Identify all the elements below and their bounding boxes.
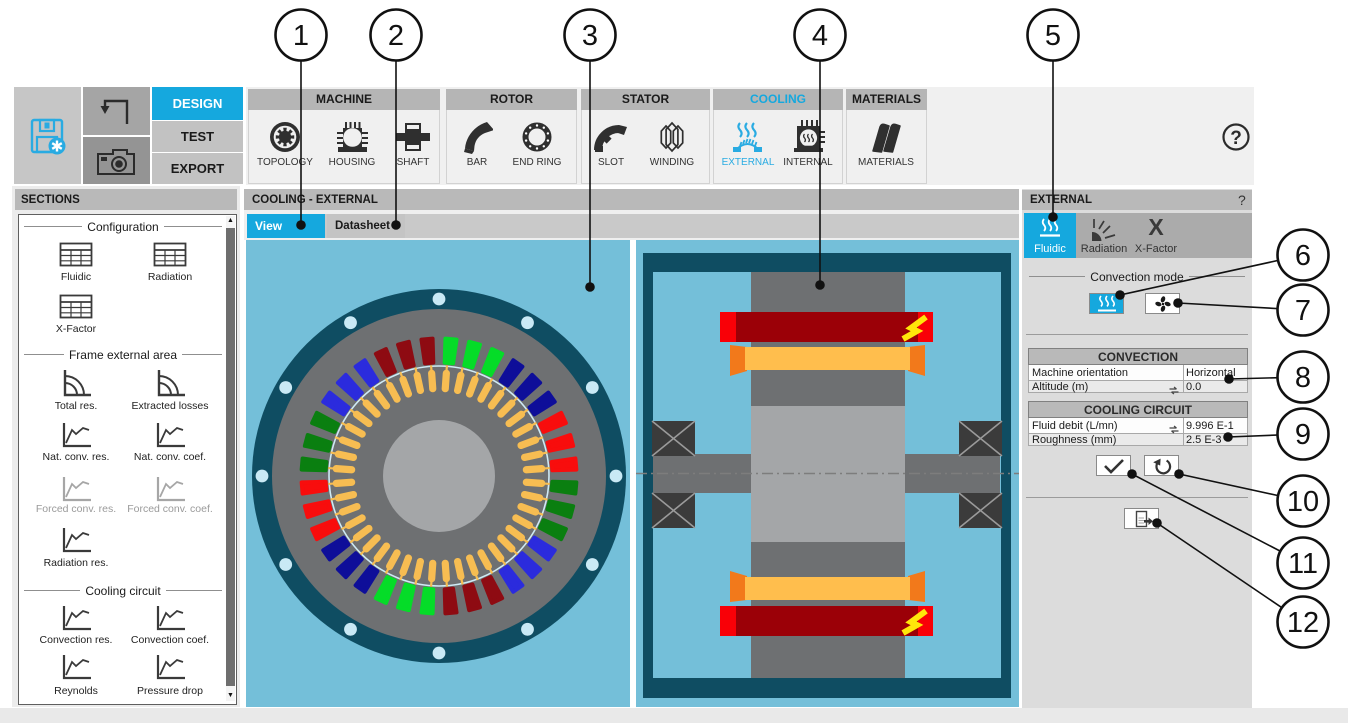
- svg-text:5: 5: [1045, 20, 1061, 52]
- svg-text:12: 12: [1287, 607, 1319, 639]
- svg-text:9: 9: [1295, 419, 1311, 451]
- svg-text:1: 1: [293, 20, 309, 52]
- svg-text:4: 4: [812, 20, 828, 52]
- svg-text:10: 10: [1287, 486, 1319, 518]
- svg-text:7: 7: [1295, 295, 1311, 327]
- svg-text:?: ?: [1230, 128, 1242, 149]
- svg-text:6: 6: [1295, 240, 1311, 272]
- svg-text:8: 8: [1295, 362, 1311, 394]
- svg-text:2: 2: [388, 20, 404, 52]
- svg-text:3: 3: [582, 20, 598, 52]
- svg-text:11: 11: [1288, 548, 1318, 580]
